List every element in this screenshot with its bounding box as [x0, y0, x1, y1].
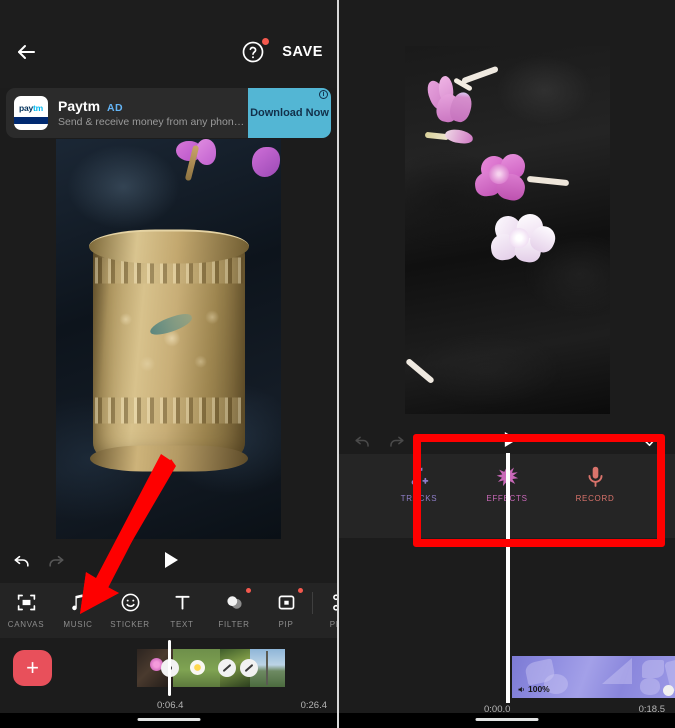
ad-description: Send & receive money from any phone ... [58, 116, 248, 128]
left-playback-controls [0, 539, 337, 583]
toolbar-item-music[interactable]: MUSIC [52, 589, 104, 629]
timeline-playhead[interactable] [506, 453, 510, 703]
toolbar-item-canvas[interactable]: CANVAS [0, 589, 52, 629]
right-preview-area [339, 0, 675, 428]
toolbar-label-music: MUSIC [63, 620, 93, 629]
ad-banner[interactable]: paytm Paytm AD Send & receive money from… [6, 88, 331, 138]
transition-marker[interactable] [240, 659, 258, 677]
timeline-total-time: 0:26.4 [300, 700, 327, 711]
timeline-clip[interactable] [173, 649, 220, 687]
toolbar-label-precut: PRE [329, 620, 337, 629]
pip-square-icon [260, 589, 312, 615]
left-preview-area [0, 139, 337, 539]
ad-download-button[interactable]: Download Now i [248, 88, 331, 138]
flower-top [423, 65, 501, 136]
undo-icon[interactable] [12, 550, 32, 575]
left-header: SAVE [0, 0, 337, 88]
paytm-logo-text-a: pay [18, 102, 34, 113]
filter-circles-icon [208, 589, 260, 615]
right-audio-screen: TRACKS EFFECTS [339, 0, 675, 728]
right-playback-controls [339, 428, 675, 454]
timeline-playhead[interactable] [168, 640, 171, 696]
filter-new-badge [246, 588, 251, 593]
clip-volume-label: 100% [528, 684, 550, 694]
flower-bottom [489, 211, 560, 270]
audio-tool-record[interactable]: RECORD [564, 461, 626, 503]
timeline-current-time: 0:06.4 [157, 700, 184, 711]
audio-tool-label-record: RECORD [575, 494, 615, 503]
ad-brand-name: Paytm [58, 98, 101, 114]
canvas-frame-icon [0, 589, 52, 615]
clip-trim-handle[interactable] [663, 685, 674, 696]
help-question-icon[interactable] [241, 38, 269, 64]
checkmark-icon[interactable] [642, 431, 661, 455]
redo-icon [387, 431, 406, 455]
ad-info-icon[interactable]: i [319, 90, 328, 99]
toolbar-item-precut[interactable]: PRE [313, 589, 337, 629]
smiley-sticker-icon [104, 589, 156, 615]
microphone-icon [564, 461, 626, 491]
pip-new-badge [298, 588, 303, 593]
toolbar-label-sticker: STICKER [110, 620, 150, 629]
timeline-clip-strip[interactable] [137, 649, 285, 687]
paytm-logo-text-b: tm [33, 102, 44, 113]
toolbar-label-canvas: CANVAS [7, 620, 45, 629]
toolbar-item-pip[interactable]: PIP [260, 588, 312, 629]
home-indicator[interactable] [137, 718, 200, 721]
toolbar-item-text[interactable]: TEXT [156, 589, 208, 629]
music-note-plus-icon [388, 461, 450, 491]
ad-text-block: Paytm AD Send & receive money from any p… [58, 98, 248, 128]
left-timeline[interactable]: + 0:06.4 0:26.4 [0, 638, 337, 713]
toolbar-item-sticker[interactable]: STICKER [104, 589, 156, 629]
paytm-logo-icon: paytm [14, 96, 48, 130]
timeline-audio-clip[interactable]: 100% [512, 656, 675, 698]
flower-middle [473, 152, 570, 212]
redo-icon [46, 550, 66, 575]
help-notification-badge [262, 38, 269, 45]
video-preview-brass-jar[interactable] [56, 139, 281, 539]
right-system-navbar [339, 713, 675, 728]
play-icon[interactable] [502, 431, 519, 453]
transition-marker[interactable] [218, 659, 236, 677]
toolbar-item-filter[interactable]: FILTER [208, 588, 260, 629]
audio-tool-label-tracks: TRACKS [400, 494, 438, 503]
toolbar-label-text: TEXT [170, 620, 194, 629]
ad-download-label: Download Now [250, 106, 329, 119]
dual-screenshot-composite: SAVE paytm Paytm AD Send & receive money… [0, 0, 675, 728]
toolbar-label-pip: PIP [278, 620, 294, 629]
add-media-button[interactable]: + [13, 650, 52, 686]
right-timeline[interactable]: 100% 0:00.0 0:18.5 [339, 453, 675, 715]
audio-tool-tracks[interactable]: TRACKS [388, 461, 450, 503]
speaker-icon [518, 686, 524, 692]
flower-bud [424, 128, 481, 146]
left-editor-screen: SAVE paytm Paytm AD Send & receive money… [0, 0, 337, 728]
ad-badge: AD [107, 102, 123, 114]
undo-icon [353, 431, 372, 455]
clip-volume-badge: 100% [517, 684, 550, 694]
precut-scissors-icon [313, 589, 337, 615]
brass-jar-object [88, 222, 249, 472]
save-button[interactable]: SAVE [282, 44, 323, 60]
toolbar-label-filter: FILTER [218, 620, 250, 629]
left-system-navbar [0, 713, 337, 728]
text-t-icon [156, 589, 208, 615]
back-arrow-icon[interactable] [14, 40, 38, 64]
music-note-icon [52, 589, 104, 615]
play-icon[interactable] [162, 551, 180, 574]
video-preview-flowers[interactable] [405, 46, 610, 414]
home-indicator[interactable] [475, 718, 539, 721]
left-bottom-toolbar: CANVAS MUSIC STICKER TEXT FILTER PIP P [0, 583, 337, 638]
